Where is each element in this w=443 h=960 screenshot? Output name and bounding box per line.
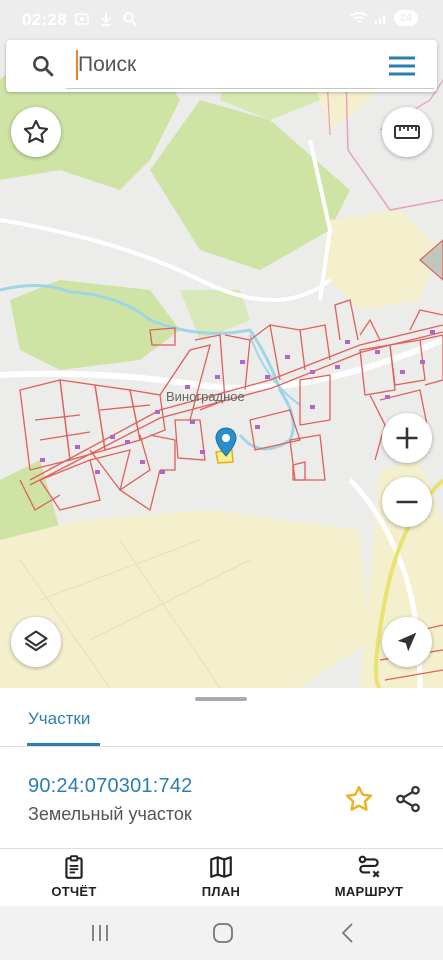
map-canvas[interactable] (0, 40, 443, 688)
nav-route-label: МАРШРУТ (334, 884, 404, 899)
search-underline (66, 88, 434, 89)
navigation-arrow-icon (397, 632, 417, 652)
signal-icon (374, 15, 385, 24)
bottom-sheet: Участки 90:24:070301:742 Земельный участ… (0, 688, 443, 850)
zoom-out-button[interactable] (382, 477, 432, 527)
nav-plan-label: ПЛАН (201, 884, 241, 899)
map-icon (210, 856, 232, 878)
parcel-number[interactable]: 90:24:070301:742 (28, 775, 192, 798)
search-icon[interactable] (30, 53, 56, 79)
status-notification-icons (74, 11, 138, 27)
bottom-navigation: ОТЧЁТ ПЛАН МАРШРУТ (0, 850, 443, 906)
zoom-in-button[interactable] (382, 413, 432, 463)
route-icon (358, 855, 380, 878)
status-right: 24 (350, 10, 418, 26)
home-icon[interactable] (211, 921, 235, 945)
minus-icon (396, 500, 418, 504)
menu-icon[interactable] (387, 54, 417, 78)
download-icon (101, 13, 111, 26)
ruler-button[interactable] (382, 107, 432, 157)
tab-parcels[interactable]: Участки (28, 709, 90, 729)
nav-report-label: ОТЧЁТ (51, 884, 97, 899)
my-location-button[interactable] (382, 617, 432, 667)
search-status-icon (123, 12, 137, 26)
search-input[interactable] (78, 50, 378, 80)
sheet-drag-handle[interactable] (195, 697, 247, 701)
divider (0, 746, 443, 747)
map-pin-icon[interactable] (214, 427, 238, 457)
wifi-icon (350, 12, 368, 23)
ruler-icon (394, 125, 420, 139)
map-view[interactable]: Виноградное (0, 40, 443, 688)
search-bar (6, 40, 437, 92)
nav-report-button[interactable]: ОТЧЁТ (4, 854, 144, 904)
village-label: Виноградное (166, 389, 245, 404)
parcel-type: Земельный участок (28, 804, 192, 824)
nav-plan-button[interactable]: ПЛАН (151, 854, 291, 904)
favorite-star-icon[interactable] (344, 784, 374, 814)
status-bar: 02:28 24 (0, 0, 443, 40)
layers-icon (24, 630, 48, 652)
share-icon[interactable] (393, 784, 423, 814)
recent-apps-icon[interactable] (88, 921, 112, 945)
field-yellow (0, 510, 370, 688)
battery-badge: 24 (393, 10, 418, 26)
system-navigation-bar (0, 906, 443, 960)
layers-button[interactable] (11, 617, 61, 667)
back-icon[interactable] (336, 921, 360, 945)
star-icon (23, 119, 49, 143)
clipboard-icon (65, 855, 83, 879)
status-time: 02:28 (22, 10, 67, 29)
divider (0, 848, 443, 849)
nav-route-button[interactable]: МАРШРУТ (299, 854, 439, 904)
favorites-button[interactable] (11, 107, 61, 157)
screenshot-icon (75, 13, 89, 25)
plus-icon (396, 427, 418, 449)
